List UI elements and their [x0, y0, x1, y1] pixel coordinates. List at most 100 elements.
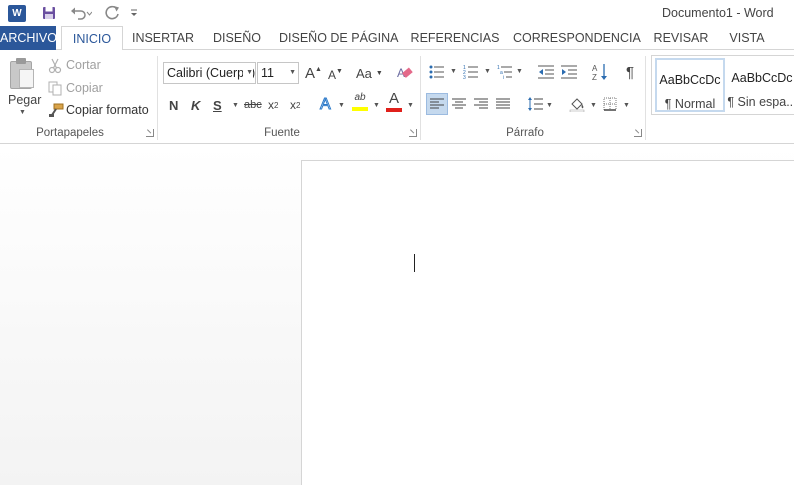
format-painter-label: Copiar formato: [66, 103, 149, 117]
bullets-dropdown-icon[interactable]: ▼: [450, 68, 457, 75]
tab-revisar[interactable]: REVISAR: [650, 26, 712, 50]
tab-referencias[interactable]: REFERENCIAS: [410, 26, 500, 50]
tab-diseno-de-pagina[interactable]: DISEÑO DE PÁGINA: [279, 26, 398, 50]
highlight-dropdown-icon[interactable]: ▼: [373, 102, 380, 109]
text-effects-button[interactable]: A: [320, 95, 332, 115]
style-no-spacing[interactable]: AaBbCcDc ¶ Sin espa...: [727, 58, 794, 112]
tab-diseno[interactable]: DISEÑO: [208, 26, 266, 50]
clipboard-dialog-launcher-icon[interactable]: [146, 129, 154, 137]
paragraph-dialog-launcher-icon[interactable]: [634, 129, 642, 137]
align-center-icon: [452, 98, 466, 109]
show-formatting-marks-button[interactable]: ¶: [622, 63, 638, 81]
clear-formatting-icon: A: [397, 66, 413, 80]
superscript-button[interactable]: x2: [290, 95, 300, 115]
svg-text:3: 3: [463, 75, 466, 79]
font-size-dropdown-icon[interactable]: ▼: [289, 63, 296, 83]
increase-indent-icon: [561, 65, 577, 79]
italic-button[interactable]: K: [191, 95, 200, 115]
line-spacing-dropdown-icon[interactable]: ▼: [546, 102, 553, 109]
shading-dropdown-icon[interactable]: ▼: [590, 102, 597, 109]
shrink-font-button[interactable]: A ▼: [328, 65, 343, 85]
tab-archivo[interactable]: ARCHIVO: [0, 26, 57, 50]
bullets-button[interactable]: [428, 63, 446, 81]
quick-access-toolbar: W: [6, 3, 142, 23]
tab-insertar[interactable]: INSERTAR: [130, 26, 196, 50]
font-dialog-launcher-icon[interactable]: [409, 129, 417, 137]
tab-inicio[interactable]: INICIO: [61, 26, 123, 51]
style-normal[interactable]: AaBbCcDc ¶ Normal: [655, 58, 725, 112]
grow-font-button[interactable]: A ▲: [305, 63, 322, 83]
customize-qat-button[interactable]: [126, 3, 142, 23]
font-name-combobox[interactable]: Calibri (Cuerpo) ▼: [163, 62, 256, 84]
shading-button[interactable]: [567, 93, 587, 115]
cut-button[interactable]: Cortar: [46, 57, 106, 75]
paste-button[interactable]: Pegar ▼: [4, 55, 42, 123]
highlight-button[interactable]: ab: [352, 92, 368, 112]
undo-button[interactable]: [66, 3, 96, 23]
subscript-mark: 2: [274, 100, 279, 110]
highlight-color-bar: [352, 107, 368, 111]
font-size-combobox[interactable]: 11 ▼: [257, 62, 299, 84]
document-page[interactable]: [301, 160, 794, 485]
multilevel-list-button[interactable]: 1 a i: [496, 63, 514, 81]
font-color-dropdown-icon[interactable]: ▼: [407, 102, 414, 109]
svg-text:i: i: [503, 75, 504, 79]
group-divider: [420, 56, 421, 140]
multilevel-list-icon: 1 a i: [497, 65, 512, 79]
numbering-dropdown-icon[interactable]: ▼: [484, 68, 491, 75]
bold-button[interactable]: N: [169, 95, 178, 115]
line-spacing-button[interactable]: [526, 93, 544, 115]
font-color-bar: [386, 108, 402, 112]
tab-correspondencia[interactable]: CORRESPONDENCIA: [513, 26, 641, 50]
svg-text:Z: Z: [592, 73, 597, 81]
tab-vista[interactable]: VISTA: [724, 26, 770, 50]
font-name-value: Calibri (Cuerpo): [167, 66, 256, 80]
clipboard-group-label: Portapapeles: [36, 127, 104, 139]
underline-dropdown-icon[interactable]: ▼: [232, 102, 239, 109]
underline-button[interactable]: S: [213, 95, 222, 115]
change-case-button[interactable]: Aa ▼: [356, 63, 383, 83]
align-center-button[interactable]: [450, 93, 468, 115]
paste-dropdown-arrow: ▼: [19, 109, 26, 116]
borders-button[interactable]: [601, 93, 619, 115]
save-icon: [43, 7, 55, 19]
word-app-icon[interactable]: W: [6, 3, 29, 23]
strikethrough-button[interactable]: abc: [244, 95, 262, 115]
style-name-label: ¶ Normal: [664, 97, 716, 111]
save-button[interactable]: [36, 3, 62, 23]
redo-button[interactable]: [102, 3, 124, 23]
font-size-value: 11: [261, 66, 274, 80]
font-name-dropdown-icon[interactable]: ▼: [243, 63, 253, 83]
change-case-icon: Aa: [356, 65, 372, 81]
redo-icon: [105, 5, 119, 20]
borders-icon: [603, 97, 617, 111]
font-group-label: Fuente: [264, 127, 300, 139]
multilevel-list-dropdown-icon[interactable]: ▼: [516, 68, 523, 75]
ribbon-inicio: Pegar ▼ Cortar Copiar Copiar formato Por…: [0, 50, 794, 144]
paint-bucket-icon: [569, 98, 585, 112]
align-right-button[interactable]: [472, 93, 490, 115]
styles-gallery: AaBbCcDc ¶ Normal AaBbCcDc ¶ Sin espa...: [651, 55, 794, 115]
svg-text:A: A: [592, 64, 598, 73]
borders-dropdown-icon[interactable]: ▼: [623, 102, 630, 109]
font-color-button[interactable]: A: [386, 90, 402, 112]
numbering-button[interactable]: 1 2 3: [462, 63, 480, 81]
paragraph-group-label: Párrafo: [506, 127, 544, 139]
clear-formatting-button[interactable]: A: [396, 63, 414, 83]
text-effects-dropdown-icon[interactable]: ▼: [338, 102, 345, 109]
format-painter-button[interactable]: Copiar formato: [46, 102, 152, 120]
document-workspace: [0, 145, 794, 485]
sort-button[interactable]: A Z: [591, 62, 609, 82]
grow-font-icon: A: [305, 64, 316, 82]
paste-icon: [10, 58, 36, 90]
justify-button[interactable]: [494, 93, 512, 115]
superscript-mark: 2: [296, 100, 301, 110]
copy-button[interactable]: Copiar: [46, 80, 106, 98]
increase-indent-button[interactable]: [560, 63, 578, 81]
numbering-icon: 1 2 3: [463, 65, 478, 79]
cut-label: Cortar: [66, 58, 101, 72]
font-color-icon: A: [388, 90, 399, 107]
subscript-button[interactable]: x2: [268, 95, 278, 115]
align-left-button[interactable]: [426, 93, 448, 115]
decrease-indent-button[interactable]: [537, 63, 555, 81]
